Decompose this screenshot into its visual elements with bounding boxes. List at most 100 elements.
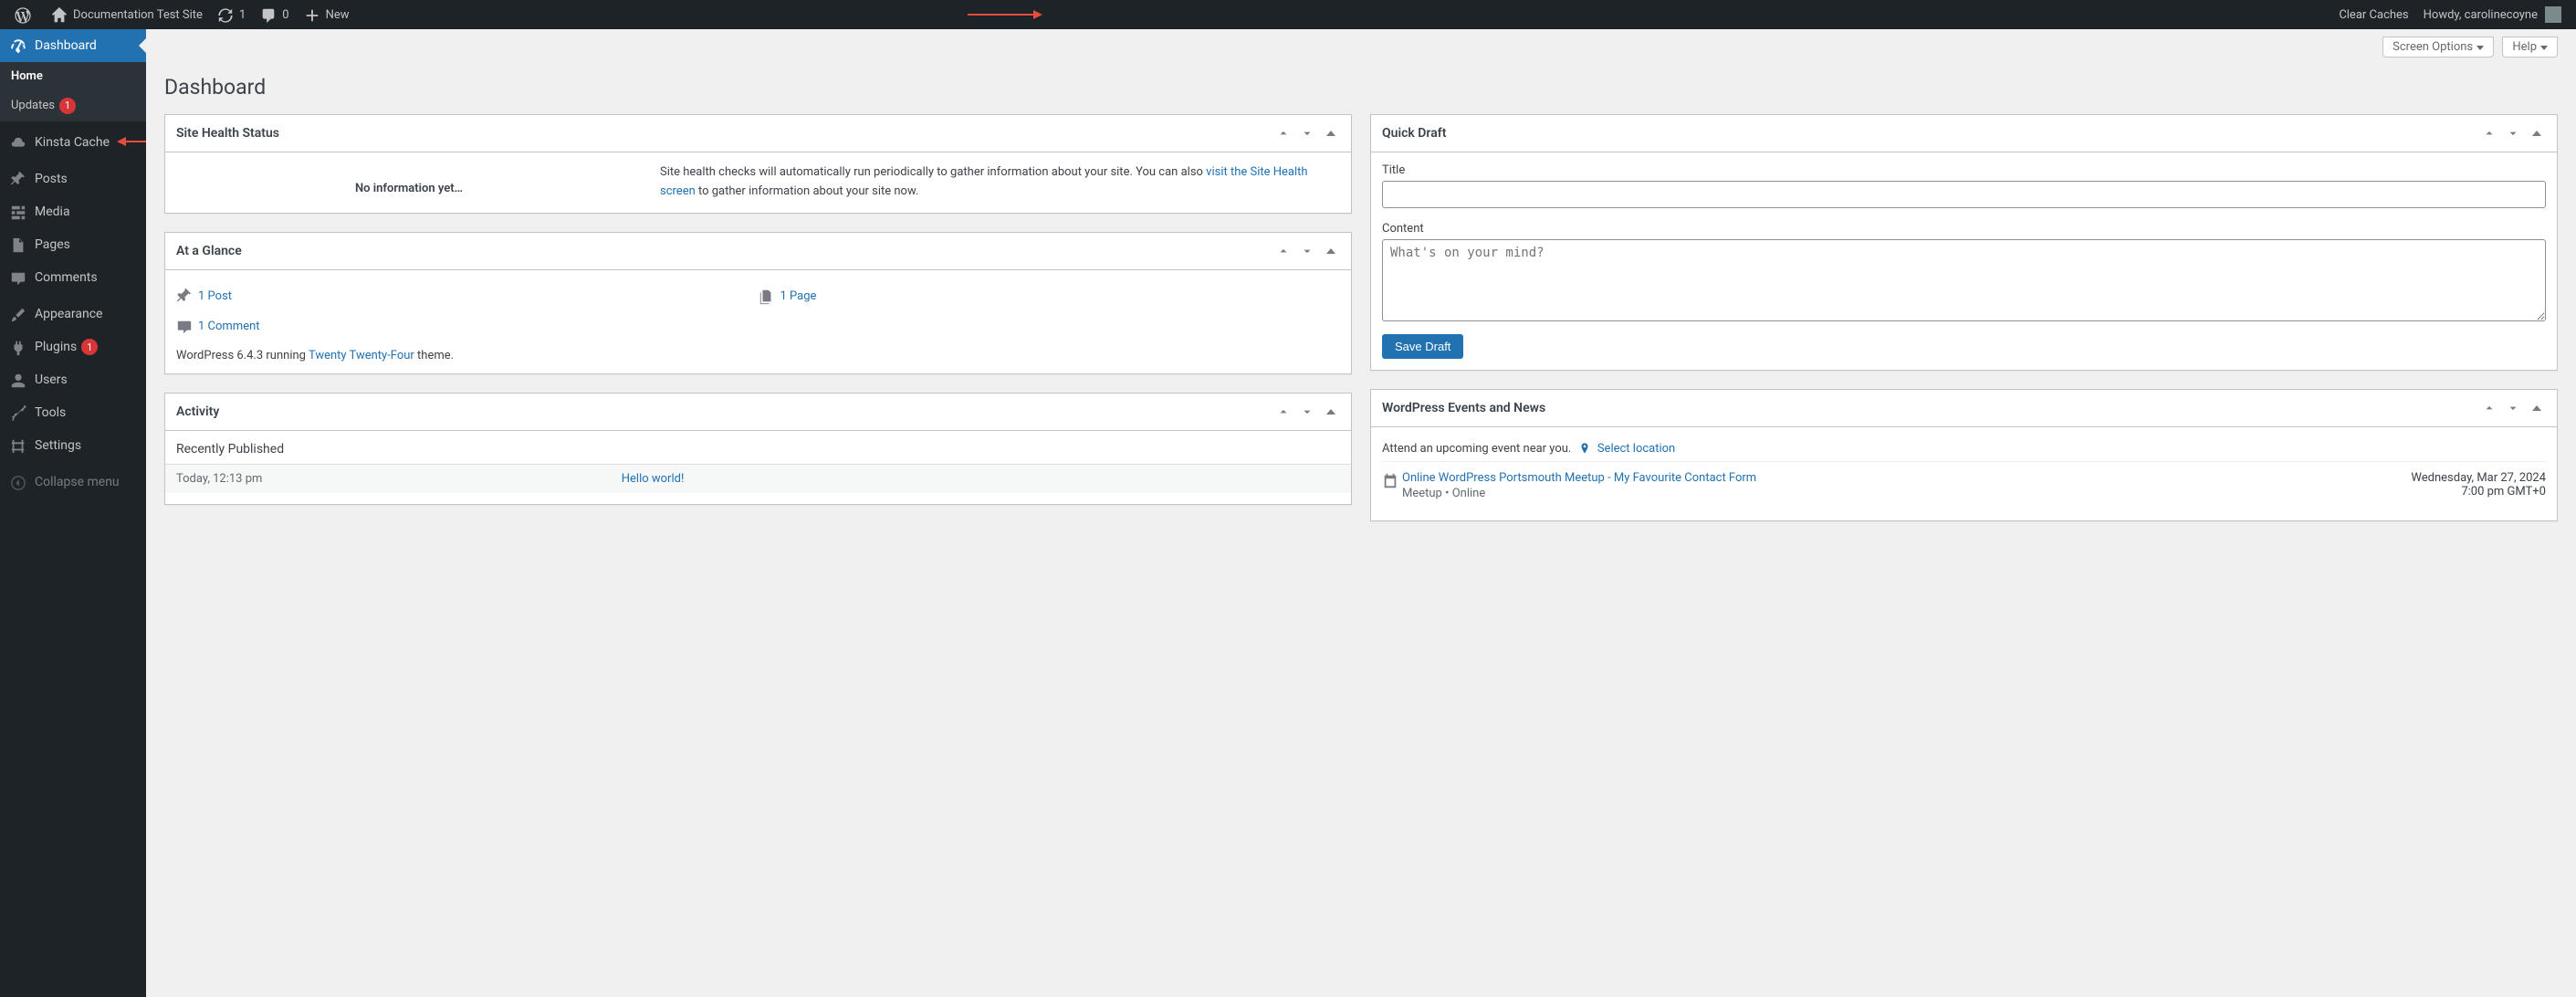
select-location-link[interactable]: Select location: [1597, 442, 1675, 456]
toggle-button[interactable]: [2528, 124, 2546, 142]
quick-draft-title-label: Quick Draft: [1382, 126, 1446, 141]
comment-icon: [9, 268, 27, 287]
glance-wp-version: WordPress 6.4.3 running Twenty Twenty-Fo…: [176, 341, 1340, 362]
menu-plugins-label: Plugins: [35, 340, 77, 354]
move-down-button[interactable]: [1298, 124, 1316, 142]
site-name-text: Documentation Test Site: [73, 8, 203, 22]
caret-down-icon: [2540, 46, 2548, 50]
event-meta: Meetup • Online: [1402, 487, 2411, 500]
cloud-icon: [9, 133, 27, 152]
menu-appearance[interactable]: Appearance: [0, 299, 146, 331]
content-field-label: Content: [1382, 222, 2546, 236]
activity-post-link[interactable]: Hello world!: [622, 472, 685, 486]
media-icon: [9, 203, 27, 221]
save-draft-button[interactable]: Save Draft: [1382, 334, 1463, 359]
toggle-button[interactable]: [1322, 124, 1340, 142]
pushpin-icon: [9, 171, 27, 189]
move-down-button[interactable]: [2504, 399, 2522, 417]
refresh-icon: [217, 5, 234, 25]
quick-draft-handle[interactable]: Quick Draft: [1371, 115, 2557, 152]
menu-media[interactable]: Media: [0, 195, 146, 228]
toggle-button[interactable]: [1322, 242, 1340, 260]
menu-pages[interactable]: Pages: [0, 228, 146, 261]
annotation-arrow-top: [968, 14, 1041, 16]
at-a-glance-widget: At a Glance 1 Post 1 Page 1 Comment: [164, 232, 1352, 374]
menu-users[interactable]: Users: [0, 363, 146, 396]
activity-time: Today, 12:13 pm: [176, 472, 619, 486]
home-icon: [51, 5, 68, 25]
move-up-button[interactable]: [1274, 403, 1293, 421]
site-name-link[interactable]: Documentation Test Site: [44, 0, 210, 29]
toggle-button[interactable]: [2528, 399, 2546, 417]
submenu-updates-label: Updates: [11, 99, 55, 112]
glance-handle[interactable]: At a Glance: [165, 233, 1351, 270]
menu-posts-label: Posts: [35, 172, 68, 186]
page-icon: [9, 236, 27, 254]
move-down-button[interactable]: [1298, 242, 1316, 260]
event-title-link[interactable]: Online WordPress Portsmouth Meetup - My …: [1402, 471, 1756, 485]
screen-options-button[interactable]: Screen Options: [2382, 37, 2494, 58]
move-up-button[interactable]: [1274, 124, 1293, 142]
submenu-updates[interactable]: Updates 1: [0, 90, 146, 121]
activity-row: Today, 12:13 pm Hello world!: [165, 464, 1351, 493]
events-title: WordPress Events and News: [1382, 401, 1545, 415]
glance-title: At a Glance: [176, 244, 242, 258]
plus-icon: [304, 5, 320, 25]
site-health-title: Site Health Status: [176, 126, 279, 141]
title-field-label: Title: [1382, 163, 2546, 177]
wp-logo[interactable]: [7, 0, 44, 29]
glance-posts-link[interactable]: 1 Post: [198, 289, 232, 303]
location-pin-icon: [1578, 438, 1591, 456]
menu-kinsta-cache[interactable]: Kinsta Cache: [0, 126, 146, 159]
toggle-button[interactable]: [1322, 403, 1340, 421]
glance-comments-link[interactable]: 1 Comment: [198, 320, 260, 333]
submenu-home[interactable]: Home: [0, 62, 146, 90]
refresh-count: 1: [239, 8, 246, 22]
events-handle[interactable]: WordPress Events and News: [1371, 390, 2557, 427]
collapse-label: Collapse menu: [35, 475, 120, 489]
events-news-widget: WordPress Events and News Attend an upco…: [1370, 389, 2558, 521]
menu-users-label: Users: [35, 373, 68, 387]
comments-link[interactable]: 0: [253, 0, 296, 29]
updates-count-badge: 1: [59, 98, 76, 114]
refresh-link[interactable]: 1: [210, 0, 253, 29]
move-up-button[interactable]: [2480, 124, 2498, 142]
activity-handle[interactable]: Activity: [165, 394, 1351, 431]
menu-posts[interactable]: Posts: [0, 163, 146, 196]
annotation-arrow-side: [119, 141, 146, 142]
comment-bubble-icon: [260, 5, 277, 25]
collapse-menu[interactable]: Collapse menu: [0, 466, 146, 498]
user-icon: [9, 371, 27, 389]
sliders-icon: [9, 436, 27, 455]
events-near-text: Attend an upcoming event near you.: [1382, 442, 1571, 456]
menu-comments[interactable]: Comments: [0, 261, 146, 294]
move-up-button[interactable]: [2480, 399, 2498, 417]
collapse-icon: [9, 473, 27, 491]
menu-tools[interactable]: Tools: [0, 396, 146, 429]
menu-plugins[interactable]: Plugins1: [0, 331, 146, 363]
help-button[interactable]: Help: [2502, 37, 2558, 58]
pushpin-icon: [176, 287, 193, 306]
glance-pages-link[interactable]: 1 Page: [780, 289, 817, 303]
menu-settings-label: Settings: [35, 438, 81, 453]
howdy-link[interactable]: Howdy, carolinecoyne: [2416, 0, 2569, 29]
title-input[interactable]: [1382, 181, 2546, 208]
caret-down-icon: [2477, 46, 2484, 50]
content-textarea[interactable]: [1382, 239, 2546, 321]
menu-settings[interactable]: Settings: [0, 429, 146, 462]
site-health-handle[interactable]: Site Health Status: [165, 115, 1351, 152]
wrench-icon: [9, 404, 27, 422]
menu-media-label: Media: [35, 205, 70, 219]
quick-draft-widget: Quick Draft Title Content Save D: [1370, 114, 2558, 371]
clear-caches-link[interactable]: Clear Caches: [2331, 0, 2415, 29]
menu-dashboard[interactable]: Dashboard: [0, 29, 146, 62]
move-down-button[interactable]: [2504, 124, 2522, 142]
new-content-link[interactable]: New: [297, 0, 357, 29]
calendar-icon: [1382, 471, 1402, 489]
event-item: Online WordPress Portsmouth Meetup - My …: [1382, 461, 2546, 509]
site-health-description: Site health checks will automatically ru…: [660, 163, 1340, 202]
move-up-button[interactable]: [1274, 242, 1293, 260]
plug-icon: [9, 338, 27, 356]
move-down-button[interactable]: [1298, 403, 1316, 421]
theme-link[interactable]: Twenty Twenty-Four: [309, 349, 414, 362]
